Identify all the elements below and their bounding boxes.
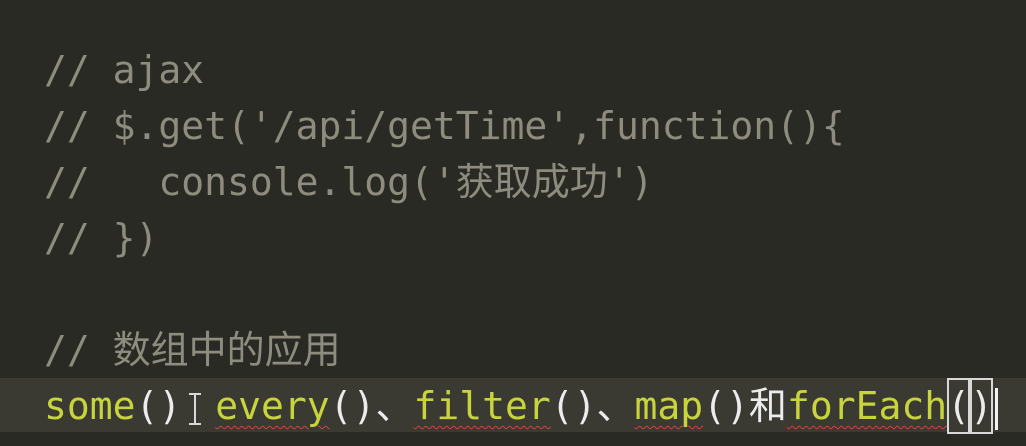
code-line-6[interactable]: // 数组中的应用 [0, 322, 1026, 378]
code-line-3[interactable]: // console.log('获取成功') [0, 154, 1026, 210]
token-separator-3: 、 [596, 384, 635, 428]
token-paren-4: () [703, 384, 749, 428]
code-line-1[interactable]: // ajax [0, 42, 1026, 98]
code-line-2[interactable]: // $.get('/api/getTime',function(){ [0, 98, 1026, 154]
token-filter: filter [413, 384, 551, 428]
code-line-4[interactable]: // }) [0, 210, 1026, 266]
token-separator-2: 、 [375, 384, 414, 428]
text-caret [994, 387, 998, 430]
mouse-ibeam-cursor-icon [185, 389, 207, 429]
token-and: 和 [748, 384, 787, 428]
token-paren-1: () [135, 384, 182, 428]
token-some: some [44, 384, 136, 428]
token-paren-2: () [329, 384, 376, 428]
code-editor[interactable]: // ajax // $.get('/api/getTime',function… [0, 0, 1026, 446]
bracket-match-close: ) [969, 378, 993, 434]
token-paren-3: () [550, 384, 597, 428]
token-every: every [215, 384, 330, 428]
bracket-match-open: ( [947, 378, 970, 434]
token-forEach: forEach [786, 384, 948, 428]
code-line-5[interactable] [0, 266, 1026, 322]
code-line-current[interactable]: some() every()、filter()、map()和forEach() [0, 378, 1026, 434]
token-map: map [634, 384, 704, 428]
